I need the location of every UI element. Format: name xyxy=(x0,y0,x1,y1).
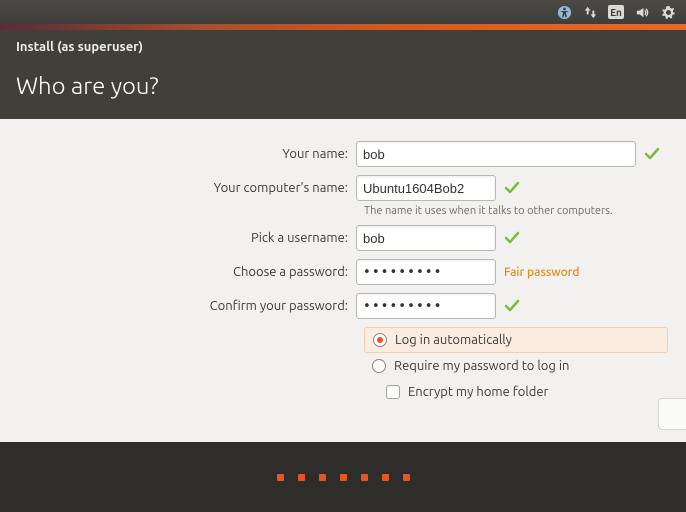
progress-footer xyxy=(0,442,686,512)
gear-icon[interactable] xyxy=(660,4,676,20)
progress-dot xyxy=(319,474,326,481)
system-tray: En xyxy=(0,0,686,24)
keyboard-lang-icon[interactable]: En xyxy=(608,4,624,20)
check-icon xyxy=(504,298,520,314)
check-icon xyxy=(504,180,520,196)
form-area: Your name: Your computer's name: The nam… xyxy=(0,119,686,429)
accessibility-icon[interactable] xyxy=(556,4,572,20)
check-icon xyxy=(644,146,660,162)
window-header: Install (as superuser) Who are you? xyxy=(0,30,686,119)
radio-icon xyxy=(373,333,387,347)
password-strength: Fair password xyxy=(504,266,579,279)
password-label: Choose a password: xyxy=(16,265,356,279)
radio-label: Require my password to log in xyxy=(394,359,569,373)
password-input[interactable] xyxy=(356,259,496,285)
name-label: Your name: xyxy=(16,147,356,161)
name-input[interactable] xyxy=(356,141,636,167)
checkbox-encrypt-home[interactable]: Encrypt my home folder xyxy=(386,379,668,405)
confirm-label: Confirm your password: xyxy=(16,299,356,313)
radio-auto-login[interactable]: Log in automatically xyxy=(364,327,668,353)
progress-dot xyxy=(277,474,284,481)
page-title: Who are you? xyxy=(16,72,670,99)
username-label: Pick a username: xyxy=(16,231,356,245)
window-title: Install (as superuser) xyxy=(16,40,670,54)
confirm-password-input[interactable] xyxy=(356,293,496,319)
checkbox-label: Encrypt my home folder xyxy=(408,385,548,399)
computer-label: Your computer's name: xyxy=(16,181,356,195)
computer-hint: The name it uses when it talks to other … xyxy=(364,205,670,217)
progress-dot xyxy=(361,474,368,481)
computer-name-input[interactable] xyxy=(356,175,496,201)
radio-label: Log in automatically xyxy=(395,333,512,347)
radio-require-password[interactable]: Require my password to log in xyxy=(364,353,668,379)
progress-dot xyxy=(403,474,410,481)
progress-dot xyxy=(340,474,347,481)
sound-icon[interactable] xyxy=(634,4,650,20)
progress-dot xyxy=(298,474,305,481)
username-input[interactable] xyxy=(356,225,496,251)
checkbox-icon xyxy=(386,385,400,399)
progress-dot xyxy=(382,474,389,481)
network-updown-icon[interactable] xyxy=(582,4,598,20)
check-icon xyxy=(504,230,520,246)
continue-button[interactable] xyxy=(658,398,686,430)
radio-icon xyxy=(372,359,386,373)
